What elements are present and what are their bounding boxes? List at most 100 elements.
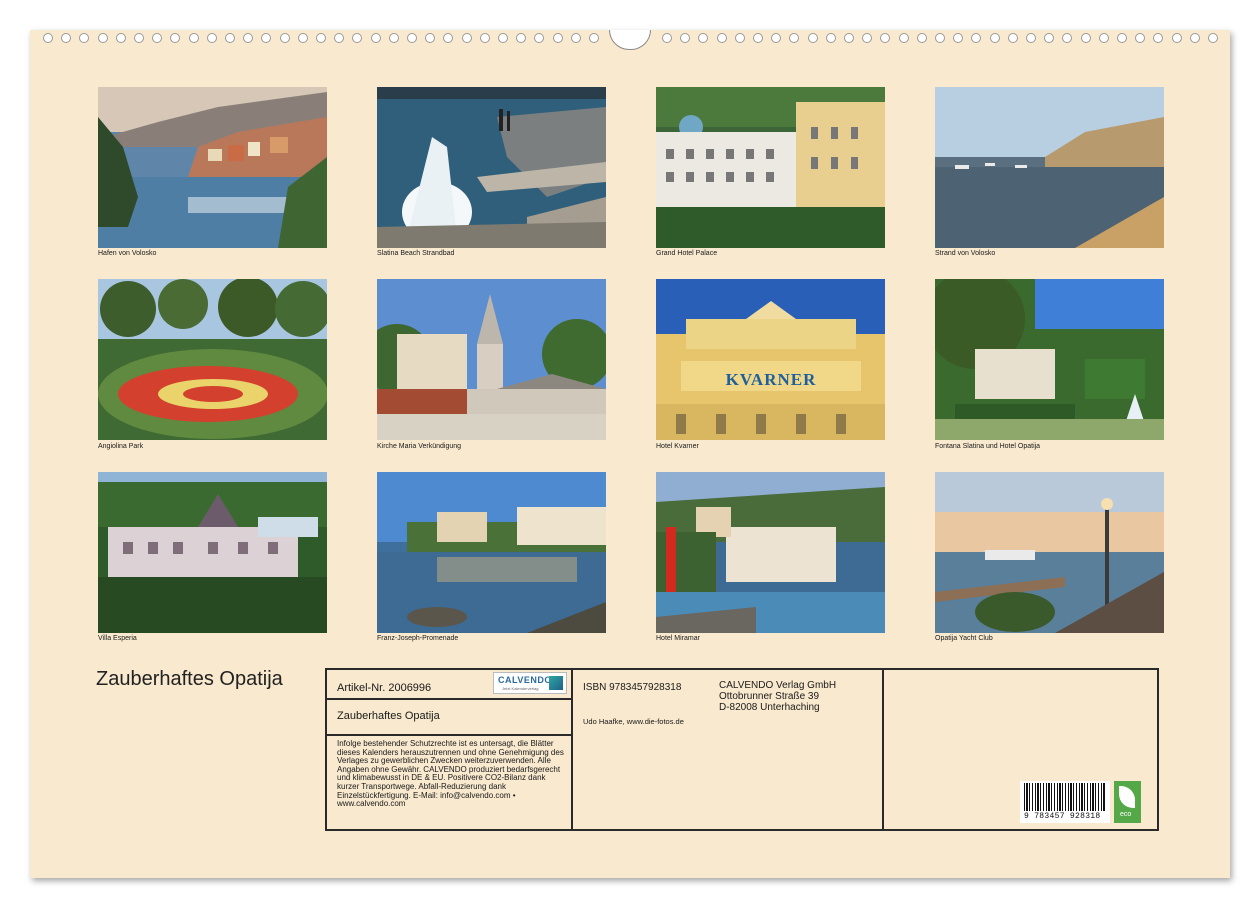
binding-hole (1153, 33, 1163, 43)
binding-hole (917, 33, 927, 43)
photo-caption: Villa Esperia (98, 635, 137, 642)
binding-hole (334, 33, 344, 43)
binding-hole (516, 33, 526, 43)
author: Udo Haafke, www.die-fotos.de (583, 717, 684, 726)
publisher-name: CALVENDO Verlag GmbH (719, 680, 837, 691)
binding-hole (1044, 33, 1054, 43)
photo-caption: Angiolina Park (98, 443, 144, 450)
photo-caption: Franz-Joseph-Promenade (377, 635, 459, 642)
binding-hole (589, 33, 599, 43)
binding-hole (498, 33, 508, 43)
binding-hole (753, 33, 763, 43)
binding-hole (79, 33, 89, 43)
binding-hole (1135, 33, 1145, 43)
binding-hole (116, 33, 126, 43)
binding-hole (389, 33, 399, 43)
binding-hole (899, 33, 909, 43)
binding-hole (170, 33, 180, 43)
binding-hole (808, 33, 818, 43)
box-title: Zauberhaftes Opatija (337, 710, 440, 722)
binding-hole (425, 33, 435, 43)
binding-hole (1062, 33, 1072, 43)
publisher-city: D-82008 Unterhaching (719, 702, 820, 713)
binding-hole (243, 33, 253, 43)
barcode-number: 9 783457 928318 (1024, 812, 1101, 821)
photo-caption: Strand von Volosko (935, 250, 996, 257)
binding-hole (971, 33, 981, 43)
hotel-sign-text: KVARNER (726, 370, 817, 389)
isbn: ISBN 9783457928318 (583, 682, 682, 693)
calendar-title: Zauberhaftes Opatija (96, 668, 283, 690)
binding-hole (789, 33, 799, 43)
binding-hole (43, 33, 53, 43)
photo-hafen-von-volosko (98, 87, 327, 248)
binding-hole (98, 33, 108, 43)
binding-hole (953, 33, 963, 43)
barcode: 9 783457 928318 (1020, 781, 1110, 823)
binding-hole (534, 33, 544, 43)
photo-caption: Hafen von Volosko (98, 250, 157, 257)
binding-hole (189, 33, 199, 43)
binding-hole (990, 33, 1000, 43)
binding-hole (862, 33, 872, 43)
photo-caption: Slatina Beach Strandbad (377, 250, 455, 257)
binding-hole (1099, 33, 1109, 43)
binding-hole (662, 33, 672, 43)
binding-hole (61, 33, 71, 43)
binding-hole (261, 33, 271, 43)
binding-hole (1008, 33, 1018, 43)
binding-hole (443, 33, 453, 43)
binding-hole (680, 33, 690, 43)
binding-hole (735, 33, 745, 43)
binding-hole (553, 33, 563, 43)
binding-hole (207, 33, 217, 43)
binding-hole (1208, 33, 1218, 43)
photo-grand-hotel-palace (656, 87, 885, 248)
photo-caption: Opatija Yacht Club (935, 635, 993, 642)
calvendo-logo: CALVENDO Jetzt Kalenderverlag (493, 672, 567, 694)
binding-hole (571, 33, 581, 43)
photo-kirche-maria-verkuendigung (377, 279, 606, 440)
photo-caption: Fontana Slatina und Hotel Opatija (935, 443, 1041, 450)
binding-hole (1172, 33, 1182, 43)
binding-hole (880, 33, 890, 43)
binding-hole (298, 33, 308, 43)
photo-angiolina-park (98, 279, 327, 440)
binding-hole (717, 33, 727, 43)
binding-hole (280, 33, 290, 43)
binding-hole (1081, 33, 1091, 43)
binding-hole (225, 33, 235, 43)
binding-hole (407, 33, 417, 43)
publisher-street: Ottobrunner Straße 39 (719, 691, 820, 702)
photo-caption: Hotel Kvarner (656, 443, 699, 450)
binding-hole (771, 33, 781, 43)
binding-hole (1190, 33, 1200, 43)
binding-hole (316, 33, 326, 43)
binding-hole (935, 33, 945, 43)
binding-hole (134, 33, 144, 43)
binding-hole (462, 33, 472, 43)
binding-hole (844, 33, 854, 43)
binding-hole (152, 33, 162, 43)
photo-hotel-miramar (656, 472, 885, 633)
binding-hole (698, 33, 708, 43)
binding-hole (1117, 33, 1127, 43)
binding-hole (371, 33, 381, 43)
photo-caption: Hotel Miramar (656, 635, 700, 642)
photo-fontana-slatina (935, 279, 1164, 440)
photo-strand-von-volosko (935, 87, 1164, 248)
photo-caption: Grand Hotel Palace (656, 250, 718, 257)
photo-villa-esperia (98, 472, 327, 633)
photo-slatina-beach (377, 87, 606, 248)
article-number: Artikel-Nr. 2006996 (337, 682, 432, 694)
binding-hole (826, 33, 836, 43)
binding-hole (480, 33, 490, 43)
eco-leaf-icon: eco (1114, 781, 1141, 823)
legal-notice: Infolge bestehender Schutzrechte ist es … (337, 739, 564, 809)
binding-hole (1026, 33, 1036, 43)
photo-caption: Kirche Maria Verkündigung (377, 443, 462, 450)
photo-franz-joseph-promenade (377, 472, 606, 633)
photo-opatija-yacht-club (935, 472, 1164, 633)
photo-hotel-kvarner: KVARNER (656, 279, 885, 440)
binding-hole (352, 33, 362, 43)
